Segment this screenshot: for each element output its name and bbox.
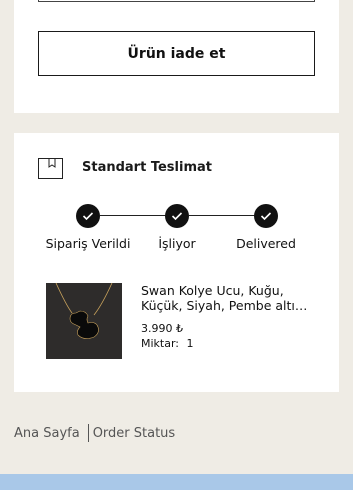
product-quantity: Miktar: 1: [141, 337, 194, 350]
check-icon: [171, 212, 183, 221]
check-icon: [82, 212, 94, 221]
product-image[interactable]: [46, 283, 122, 359]
quantity-label: Miktar:: [141, 337, 180, 350]
breadcrumb: Ana Sayfa Order Status: [14, 424, 175, 442]
step-placed-dot: [76, 204, 100, 228]
breadcrumb-separator: [87, 424, 89, 442]
progress-line-2: [189, 215, 255, 216]
return-item-button[interactable]: Ürün iade et: [38, 31, 315, 76]
bottom-bar: [0, 474, 353, 490]
step-label-placed: Sipariş Verildi: [45, 236, 131, 251]
breadcrumb-home-link[interactable]: Ana Sayfa: [14, 426, 80, 441]
step-label-delivered: Delivered: [236, 236, 296, 251]
product-price: 3.990 ₺: [141, 322, 183, 335]
check-icon: [260, 212, 272, 221]
step-label-processing: İşliyor: [158, 236, 196, 251]
step-delivered-dot: [254, 204, 278, 228]
delivery-title: Standart Teslimat: [82, 160, 212, 175]
return-card: Ürün iade et: [14, 0, 339, 113]
step-processing-dot: [165, 204, 189, 228]
quantity-value: 1: [186, 337, 194, 350]
delivery-card: Standart Teslimat Sipariş Verildi İşliyo…: [14, 133, 339, 392]
previous-field-edge: [38, 0, 315, 2]
box-icon: [38, 158, 63, 179]
product-name[interactable]: Swan Kolye Ucu, Kuğu, Küçük, Siyah, Pemb…: [141, 283, 321, 313]
progress-line-1: [100, 215, 166, 216]
breadcrumb-current: Order Status: [92, 425, 176, 441]
